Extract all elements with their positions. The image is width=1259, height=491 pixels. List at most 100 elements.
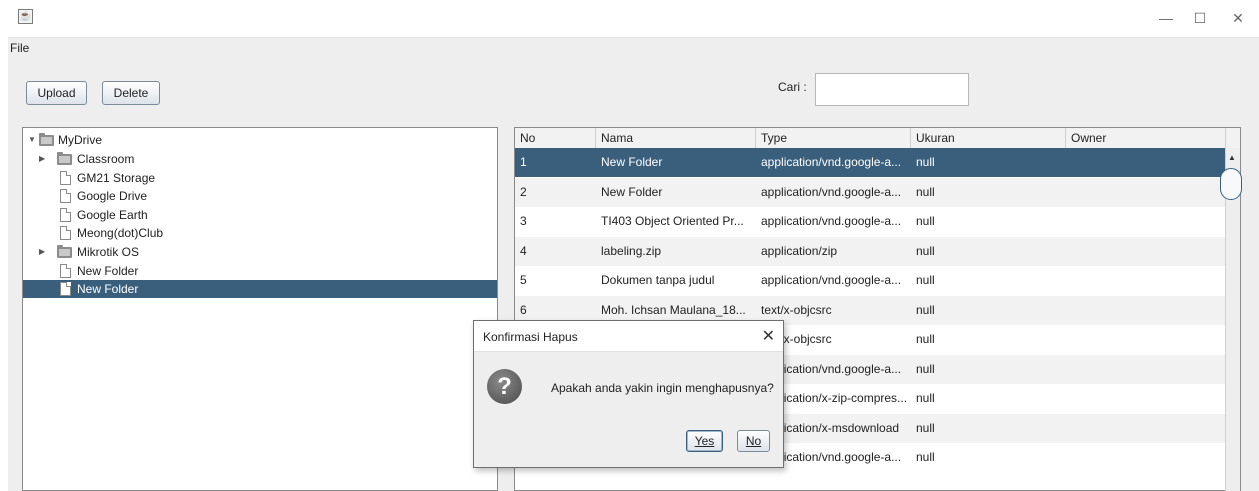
- tree-item[interactable]: Meong(dot)Club: [23, 224, 497, 242]
- dialog-title: Konfirmasi Hapus: [483, 330, 578, 344]
- cell-owner: [1066, 296, 1226, 325]
- file-icon: [60, 189, 71, 203]
- table-scrollbar[interactable]: ▲: [1220, 148, 1242, 491]
- column-header-nama[interactable]: Nama: [596, 128, 756, 148]
- scroll-thumb[interactable]: [1220, 168, 1242, 200]
- table-row[interactable]: 2 New Folder application/vnd.google-a... nu…: [515, 177, 1226, 207]
- cell-owner: [1066, 237, 1226, 266]
- file-icon: [60, 208, 71, 222]
- cell-owner: [1066, 148, 1226, 177]
- cell-owner: [1066, 325, 1226, 354]
- scroll-up-icon[interactable]: ▲: [1228, 153, 1236, 162]
- expanded-toggle-icon[interactable]: ▼: [28, 131, 36, 149]
- cell-nama: Dokumen tanpa judul: [601, 273, 715, 287]
- java-cup-icon: ☕: [18, 9, 33, 24]
- dialog-titlebar: Konfirmasi Hapus ✕: [474, 321, 783, 352]
- cell-ukuran: null: [916, 450, 935, 464]
- table-row[interactable]: 4 labeling.zip application/zip null: [515, 236, 1226, 266]
- cell-ukuran: null: [916, 391, 935, 405]
- search-label: Cari :: [778, 80, 807, 94]
- cell-ukuran: null: [916, 361, 935, 376]
- collapsed-toggle-icon[interactable]: ▶: [39, 243, 45, 261]
- cell-nama: TI403 Object Oriented Pr...: [601, 214, 744, 228]
- upload-button[interactable]: Upload: [26, 81, 87, 105]
- maximize-button[interactable]: ☐: [1182, 4, 1218, 32]
- table-header: No Nama Type Ukuran Owner: [515, 128, 1240, 149]
- tree-item[interactable]: Google Drive: [23, 187, 497, 205]
- table-row[interactable]: 5 Dokumen tanpa judul application/vnd.goog…: [515, 266, 1226, 295]
- cell-nama: New Folder: [601, 184, 663, 199]
- cell-owner: [1066, 414, 1226, 443]
- minimize-button[interactable]: —: [1148, 4, 1184, 32]
- tree-item-label: New Folder: [77, 264, 139, 278]
- cell-owner: [1066, 207, 1226, 236]
- cell-ukuran: null: [916, 214, 935, 228]
- cell-ukuran: null: [916, 243, 935, 258]
- column-header-ukuran[interactable]: Ukuran: [911, 128, 1066, 148]
- column-header-type[interactable]: Type: [756, 128, 911, 148]
- folder-icon: [57, 245, 72, 258]
- cell-ukuran: null: [916, 420, 935, 435]
- cell-owner: [1066, 384, 1226, 413]
- dialog-message: Apakah anda yakin ingin menghapusnya?: [551, 381, 774, 395]
- cell-type: application/vnd.google-a...: [761, 184, 902, 199]
- cell-ukuran: null: [916, 332, 935, 346]
- tree-item-label: Mikrotik OS: [77, 245, 140, 259]
- cell-nama: labeling.zip: [601, 243, 662, 258]
- collapsed-toggle-icon[interactable]: ▶: [39, 150, 45, 168]
- tree-root-label: MyDrive: [58, 133, 102, 147]
- delete-button[interactable]: Delete: [102, 81, 160, 105]
- cell-owner: [1066, 266, 1226, 295]
- tree-item-label: Google Earth: [77, 208, 148, 222]
- cell-no: 4: [520, 243, 527, 258]
- tree-item-label: GM21 Storage: [77, 171, 156, 185]
- cell-owner: [1066, 443, 1226, 472]
- file-icon: [60, 282, 71, 296]
- cell-ukuran: null: [916, 302, 935, 317]
- column-header-no[interactable]: No: [515, 128, 596, 148]
- cell-ukuran: null: [916, 184, 935, 199]
- tree-item-label: Meong(dot)Club: [77, 226, 164, 240]
- file-icon: [60, 171, 71, 185]
- cell-type: application/vnd.google-a...: [761, 214, 902, 228]
- desktop-edge: [0, 0, 8, 491]
- tree-root[interactable]: ▼ MyDrive: [23, 131, 497, 149]
- column-header-owner[interactable]: Owner: [1066, 128, 1226, 148]
- tree-item-label: Classroom: [77, 152, 135, 166]
- file-icon: [60, 264, 71, 278]
- tree-item-label: New Folder: [77, 282, 139, 296]
- cell-no: 2: [520, 184, 527, 199]
- cell-nama: New Folder: [601, 155, 663, 169]
- file-icon: [60, 226, 71, 240]
- tree-item[interactable]: GM21 Storage: [23, 169, 497, 187]
- tree-item[interactable]: ▶ Mikrotik OS: [23, 243, 497, 261]
- cell-no: 3: [520, 214, 527, 228]
- window-titlebar: ☕ — ☐ ✕: [8, 0, 1259, 38]
- tree-item[interactable]: ▶ Classroom: [23, 150, 497, 168]
- folder-tree[interactable]: ▼ MyDrive ▶ Classroom GM21 Storage Googl…: [22, 127, 498, 491]
- table-row[interactable]: 1 New Folder application/vnd.google-a... nu…: [515, 148, 1226, 177]
- folder-icon: [39, 133, 54, 146]
- question-icon: ?: [487, 369, 522, 404]
- cell-type: application/vnd.google-a...: [761, 273, 902, 287]
- yes-button[interactable]: Yes: [686, 430, 723, 452]
- no-button[interactable]: No: [737, 430, 770, 452]
- cell-no: 5: [520, 273, 527, 287]
- search-input[interactable]: [815, 73, 969, 106]
- tree-item-selected[interactable]: New Folder: [23, 280, 497, 298]
- tree-item[interactable]: Google Earth: [23, 206, 497, 224]
- cell-owner: [1066, 178, 1226, 207]
- close-button[interactable]: ✕: [1220, 4, 1256, 32]
- menu-file[interactable]: File: [10, 41, 29, 55]
- cell-no: 1: [520, 155, 527, 169]
- cell-type: application/vnd.google-a...: [761, 155, 902, 169]
- tree-item[interactable]: New Folder: [23, 262, 497, 280]
- dialog-close-icon[interactable]: ✕: [762, 326, 775, 346]
- cell-owner: [1066, 355, 1226, 384]
- tree-item-label: Google Drive: [77, 189, 148, 203]
- menu-bar: File: [8, 38, 1259, 58]
- cell-ukuran: null: [916, 273, 935, 287]
- confirm-delete-dialog: Konfirmasi Hapus ✕ ? Apakah anda yakin i…: [473, 320, 784, 468]
- table-row[interactable]: 3 TI403 Object Oriented Pr... application/…: [515, 207, 1226, 236]
- folder-icon: [57, 152, 72, 165]
